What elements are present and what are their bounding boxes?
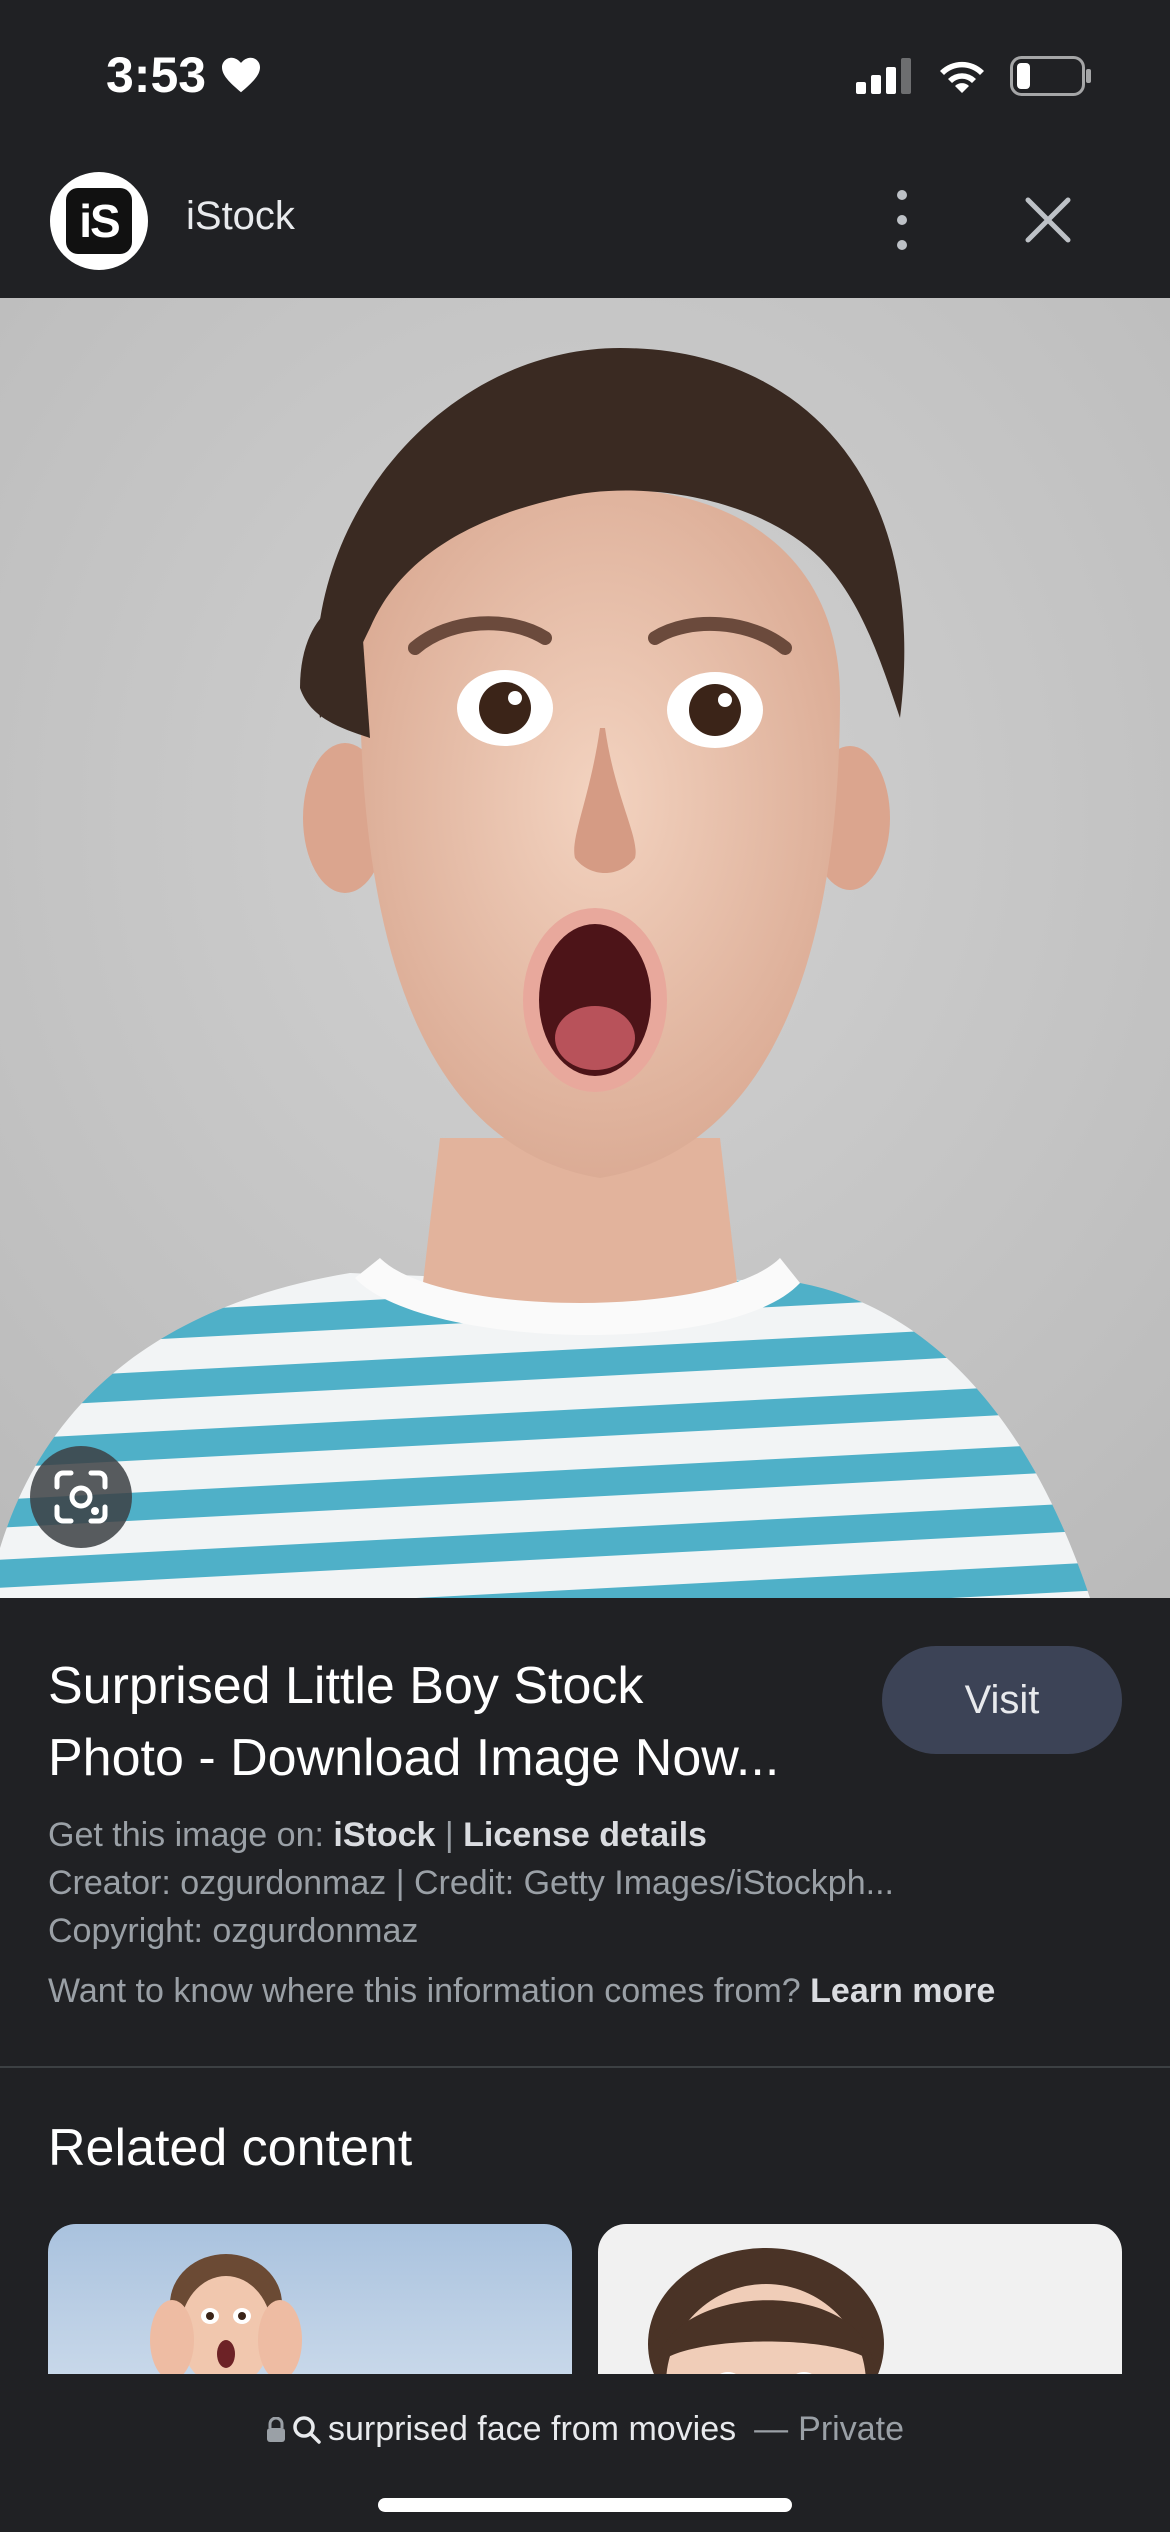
search-icon <box>293 2415 321 2444</box>
heart-icon <box>222 57 261 93</box>
get-image-prefix: Get this image on: <box>48 1816 334 1854</box>
more-vert-icon[interactable] <box>882 190 922 250</box>
source-separator: | <box>435 1816 464 1854</box>
search-query: surprised face from movies <box>328 2410 737 2448</box>
copyright-line: Copyright: ozgurdonmaz <box>48 1912 419 1950</box>
status-icons <box>856 56 1092 96</box>
result-info: Surprised Little Boy Stock Photo - Downl… <box>0 1598 1170 2066</box>
clock-text: 3:53 <box>106 47 207 103</box>
result-title[interactable]: Surprised Little Boy Stock Photo - Downl… <box>48 1650 868 1794</box>
source-line: Get this image on: iStock | License deta… <box>48 1816 707 1855</box>
learn-more-link[interactable]: Learn more <box>810 1972 995 2010</box>
visit-button[interactable]: Visit <box>882 1646 1122 1754</box>
wifi-icon <box>940 61 984 93</box>
private-label: Private <box>798 2410 904 2448</box>
google-lens-button[interactable] <box>30 1446 132 1548</box>
license-details-link[interactable]: License details <box>463 1816 707 1854</box>
preview-image[interactable] <box>0 298 1170 1598</box>
related-content-heading: Related content <box>48 2119 413 2177</box>
lock-icon <box>267 2416 286 2442</box>
close-icon[interactable] <box>1022 194 1074 246</box>
site-title[interactable]: iStock <box>186 194 295 239</box>
battery-icon <box>1010 56 1091 96</box>
home-indicator[interactable] <box>378 2498 792 2512</box>
private-dash: — <box>754 2410 789 2448</box>
result-title-line1: Surprised Little Boy Stock <box>48 1657 644 1715</box>
bottom-url-bar[interactable]: surprised face from movies — Private <box>0 2374 1170 2532</box>
signal-icon <box>856 58 911 94</box>
status-bar: 3:53 <box>0 0 1170 150</box>
source-link[interactable]: iStock <box>333 1816 435 1854</box>
section-divider <box>0 2066 1170 2068</box>
status-time: 3:53 <box>106 46 262 104</box>
creator-line: Creator: ozgurdonmaz | Credit: Getty Ima… <box>48 1864 894 1902</box>
info-source-line: Want to know where this information come… <box>48 1972 995 2011</box>
info-question: Want to know where this information come… <box>48 1972 811 2010</box>
url-row[interactable]: surprised face from movies — Private <box>0 2410 1170 2449</box>
logo-text: iS <box>66 188 132 254</box>
result-title-line2: Photo - Download Image Now... <box>48 1729 780 1787</box>
app-header: iS iStock <box>0 150 1170 296</box>
istock-logo[interactable]: iS <box>50 172 148 270</box>
google-lens-icon <box>54 1470 108 1524</box>
